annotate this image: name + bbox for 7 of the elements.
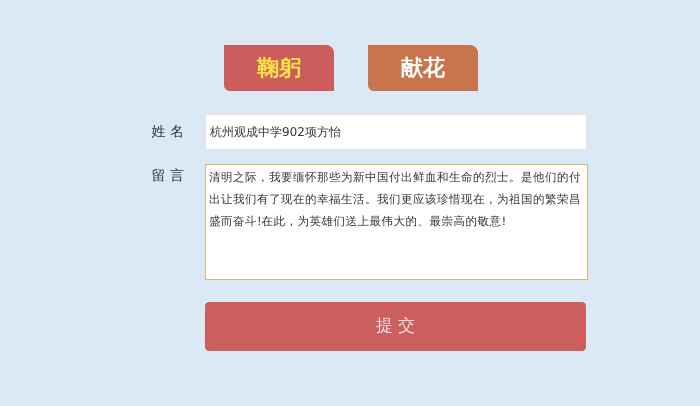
submit-button[interactable]: 提 交 — [205, 302, 586, 351]
tab[interactable]: 献花 — [368, 45, 478, 91]
message-label: 留 言 — [150, 167, 185, 186]
name-field[interactable]: 杭州观成中学902项方怡 — [205, 114, 587, 150]
tab[interactable]: 鞠躬 — [224, 45, 334, 91]
message-field[interactable]: 清明之际，我要缅怀那些为新中国付出鲜血和生命的烈士。是他们的付出让我们有了现在的幸福生活。我们更应该珍惜现在，为祖国的繁荣昌盛而奋斗!在此，为英雄们送上最伟大的、最崇高的敬意! — [205, 164, 588, 280]
name-label: 姓 名 — [150, 122, 185, 142]
